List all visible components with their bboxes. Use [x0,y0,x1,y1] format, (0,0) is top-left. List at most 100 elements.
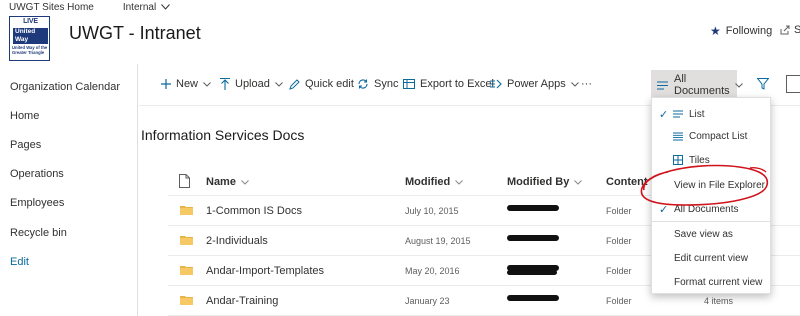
power-apps-label: Power Apps [507,78,566,90]
quick-edit-label: Quick edit [305,78,354,90]
menu-item-compact-list-label: Compact List [689,130,748,142]
new-label: New [176,78,199,90]
redacted-modified-by [507,295,559,301]
menu-item-format-view-label: Format current view [674,276,763,288]
row-modified: January 23 [405,296,450,306]
redacted-modified-by [507,235,559,241]
internal-menu[interactable]: Internal [123,2,156,13]
row-modified: May 20, 2016 [405,266,460,276]
row-content-type: Folder [606,266,632,276]
menu-item-edit-current-view[interactable]: Edit current view [652,246,772,270]
nav-item-recycle-bin[interactable]: Recycle bin [10,227,67,239]
info-pane-icon[interactable] [786,75,800,93]
more-options-button[interactable]: ··· [581,78,592,90]
column-modified-label: Modified [405,176,451,188]
list-title: Information Services Docs [141,127,305,143]
row-modified: July 10, 2015 [405,206,459,216]
nav-item-home[interactable]: Home [10,110,39,122]
sync-icon [357,78,369,90]
menu-item-compact-list[interactable]: Compact List [652,124,772,148]
share-button[interactable]: S [780,24,800,36]
file-type-icon[interactable] [179,174,190,188]
export-to-excel-button[interactable]: Export to Excel [403,78,494,90]
power-apps-icon [490,79,502,89]
folder-icon [180,235,193,245]
left-navigation: Organization Calendar Home Pages Operati… [0,64,138,316]
quick-edit-button[interactable]: Quick edit [289,78,354,90]
menu-item-list-label: List [689,108,705,120]
red-annotation-circle [630,160,772,212]
menu-item-save-view-as[interactable]: Save view as [652,222,772,246]
column-header-modified-by[interactable]: Modified By [507,176,583,188]
chevron-down-icon [734,82,743,88]
chevron-down-icon [203,81,211,87]
site-logo[interactable]: LIVE UNITED United Way United Way of the… [9,16,50,61]
column-name-label: Name [206,176,236,188]
logo-hand-line2: Way [15,36,29,43]
checkmark-icon: ✓ [659,108,669,121]
site-title[interactable]: UWGT - Intranet [69,23,201,44]
compact-list-icon [673,132,683,141]
chevron-down-icon [570,81,579,87]
chevron-down-icon [241,179,249,185]
chevron-down-icon [574,179,583,185]
menu-item-list[interactable]: ✓ List [652,102,772,126]
pencil-icon [289,78,300,90]
column-header-name[interactable]: Name [206,176,249,188]
share-icon [780,25,790,35]
logo-live-united: LIVE UNITED [10,17,49,35]
new-button[interactable]: New [161,78,211,90]
share-label: S [794,24,800,36]
suite-bar: UWGT Sites Home Internal [0,0,800,14]
plus-icon [161,79,171,89]
row-content-type: Folder [606,236,632,246]
nav-item-organization-calendar[interactable]: Organization Calendar [10,81,120,93]
more-label: ··· [581,78,592,90]
row-content-type: Folder [606,206,632,216]
sync-button[interactable]: Sync [357,78,398,90]
nav-item-pages[interactable]: Pages [10,139,41,151]
menu-item-edit-view-label: Edit current view [674,252,748,264]
following-label: Following [725,25,773,37]
export-label: Export to Excel [420,78,494,90]
site-header: LIVE UNITED United Way United Way of the… [0,14,800,64]
row-name[interactable]: 1-Common IS Docs [206,205,302,217]
chevron-down-icon [275,81,283,87]
redacted-modified-by [507,205,559,211]
view-switcher-label: All Documents [674,73,730,97]
row-name[interactable]: Andar-Training [206,295,278,307]
list-view-icon [657,80,668,90]
nav-edit-link[interactable]: Edit [10,256,29,268]
upload-label: Upload [235,78,270,90]
menu-item-format-current-view[interactable]: Format current view [652,270,772,294]
row-item-count: 4 items [704,296,734,306]
view-switcher-button[interactable]: All Documents [651,70,743,100]
filter-icon[interactable] [757,78,769,90]
folder-icon [180,295,193,305]
menu-item-save-view-label: Save view as [674,228,733,240]
row-name[interactable]: 2-Individuals [206,235,268,247]
nav-item-employees[interactable]: Employees [10,197,64,209]
following-button[interactable]: ★ Following [710,24,772,38]
upload-button[interactable]: Upload [220,78,283,90]
excel-icon [403,78,415,90]
chevron-down-icon[interactable] [161,4,171,10]
row-name[interactable]: Andar-Import-Templates [206,265,324,277]
row-content-type: Folder [606,296,632,306]
star-icon: ★ [710,24,721,38]
power-apps-button[interactable]: Power Apps [490,78,579,90]
redacted-modified-by-extra [507,270,557,275]
folder-icon [180,205,193,215]
logo-subtitle: United Way of the Greater Triangle [12,45,48,55]
nav-item-operations[interactable]: Operations [10,168,64,180]
logo-hand: United Way [13,28,48,44]
upload-icon [220,78,230,90]
logo-hand-line1: United [15,28,36,35]
row-modified: August 19, 2015 [405,236,471,246]
sync-label: Sync [374,78,399,90]
chevron-down-icon [455,179,464,185]
sites-home-link[interactable]: UWGT Sites Home [9,2,94,13]
column-header-modified[interactable]: Modified [405,176,464,188]
folder-icon [180,265,193,275]
list-view-icon [673,110,683,118]
